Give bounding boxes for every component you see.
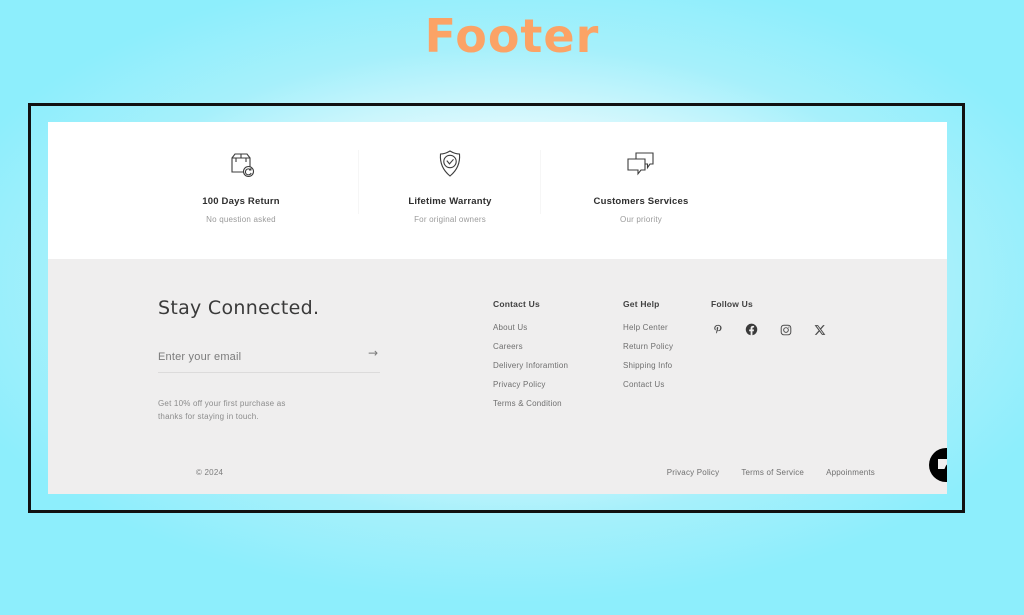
feature-customer-service: Customers Services Our priority: [541, 144, 741, 224]
feature-warranty: Lifetime Warranty For original owners: [359, 144, 541, 224]
footer-link-privacy-policy[interactable]: Privacy Policy: [493, 380, 568, 389]
feature-returns: 100 Days Return No question asked: [123, 144, 359, 224]
page-title: Footer: [424, 9, 600, 63]
footer-link-terms-condition[interactable]: Terms & Condition: [493, 399, 568, 408]
feature-subtitle: No question asked: [206, 215, 276, 224]
feature-title: 100 Days Return: [202, 196, 280, 207]
chat-bubbles-icon: [541, 144, 741, 184]
bottom-links: Privacy Policy Terms of Service Appoinme…: [667, 468, 875, 477]
footer-column-follow-us: Follow Us: [711, 299, 826, 336]
footer-link-shipping-info[interactable]: Shipping Info: [623, 361, 673, 370]
pinterest-icon[interactable]: [711, 323, 724, 336]
footer-link-return-policy[interactable]: Return Policy: [623, 342, 673, 351]
newsletter-form: →: [158, 346, 380, 373]
email-input[interactable]: [158, 351, 348, 363]
shield-check-icon: [359, 144, 541, 184]
feature-subtitle: Our priority: [620, 215, 662, 224]
footer-link-careers[interactable]: Careers: [493, 342, 568, 351]
feature-subtitle: For original owners: [414, 215, 486, 224]
newsletter-note-line1: Get 10% off your first purchase as: [158, 399, 286, 408]
newsletter-note: Get 10% off your first purchase as thank…: [158, 397, 398, 423]
instagram-icon[interactable]: [779, 323, 792, 336]
footer-link-about-us[interactable]: About Us: [493, 323, 568, 332]
features-band: 100 Days Return No question asked Lifeti…: [48, 122, 947, 259]
footer-link-help-center[interactable]: Help Center: [623, 323, 673, 332]
newsletter-submit-arrow-icon[interactable]: →: [368, 346, 378, 360]
newsletter-section: Stay Connected. → Get 10% off your first…: [158, 297, 398, 423]
feature-title: Lifetime Warranty: [408, 196, 492, 207]
footer-bottom-bar: © 2024 Privacy Policy Terms of Service A…: [48, 466, 947, 486]
facebook-icon[interactable]: [745, 323, 758, 336]
package-return-icon: [123, 144, 359, 184]
footer-column-get-help: Get Help Help Center Return Policy Shipp…: [623, 299, 673, 399]
column-heading: Contact Us: [493, 299, 540, 309]
footer-preview: 100 Days Return No question asked Lifeti…: [48, 122, 947, 494]
bottom-link-terms-of-service[interactable]: Terms of Service: [741, 468, 804, 477]
social-icons: [711, 323, 826, 336]
column-heading: Follow Us: [711, 299, 753, 309]
footer-column-contact: Contact Us About Us Careers Delivery Inf…: [493, 299, 568, 418]
column-heading: Get Help: [623, 299, 660, 309]
footer-link-delivery-information[interactable]: Delivery Inforamtion: [493, 361, 568, 370]
feature-title: Customers Services: [593, 196, 689, 207]
copyright-text: © 2024: [196, 468, 224, 477]
footer-link-contact-us[interactable]: Contact Us: [623, 380, 673, 389]
bottom-link-privacy-policy[interactable]: Privacy Policy: [667, 468, 720, 477]
x-twitter-icon[interactable]: [813, 323, 826, 336]
footer-main: Stay Connected. → Get 10% off your first…: [48, 259, 947, 494]
bottom-link-appoinments[interactable]: Appoinments: [826, 468, 875, 477]
newsletter-note-line2: thanks for staying in touch.: [158, 412, 259, 421]
newsletter-heading: Stay Connected.: [158, 297, 320, 319]
